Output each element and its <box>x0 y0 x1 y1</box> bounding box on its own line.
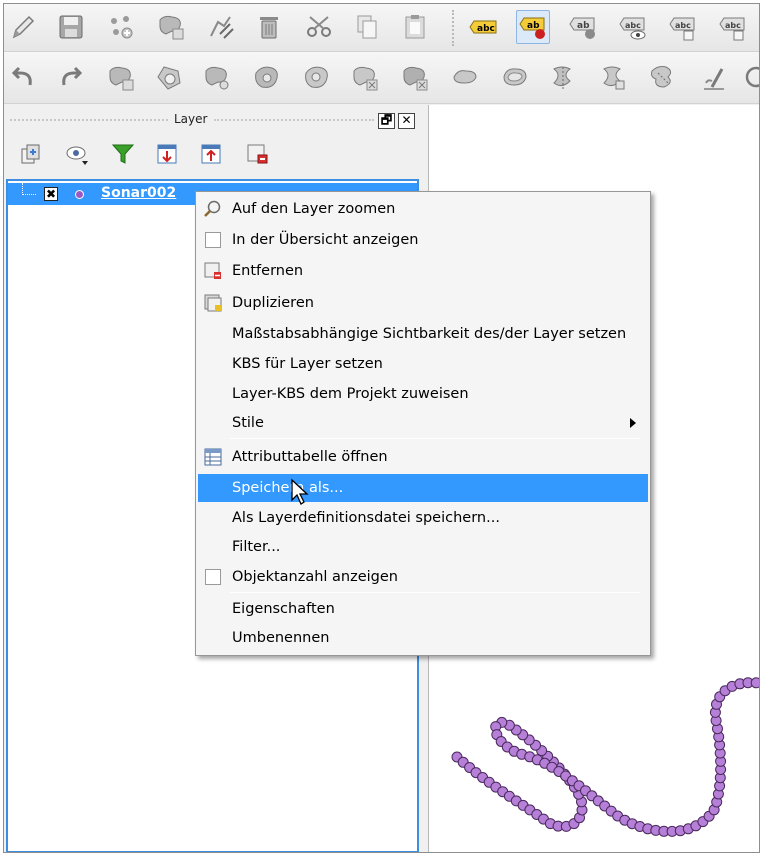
layer-symbol-icon <box>75 190 84 199</box>
menu-item-remove[interactable]: Entfernen <box>198 257 648 285</box>
app-window: abc ab ab abc abc abc Layer 🗗 ✕ ✖ Sonar0… <box>3 3 760 853</box>
add-ring-icon[interactable] <box>152 61 186 95</box>
menu-label: Objektanzahl anzeigen <box>232 569 398 585</box>
toolbar-separator <box>452 10 456 46</box>
merge-attributes-icon[interactable] <box>646 61 680 95</box>
fill-ring-icon[interactable] <box>250 61 284 95</box>
zoom-icon[interactable] <box>740 61 759 95</box>
menu-label: Eigenschaften <box>232 601 335 617</box>
hide-label-icon[interactable]: abc <box>616 10 650 44</box>
menu-item-scale-visibility[interactable]: Maßstabsabhängige Sichtbarkeit des/der L… <box>198 320 648 348</box>
menu-item-show-in-overview[interactable]: In der Übersicht anzeigen <box>198 226 648 254</box>
layer-visibility-checkbox[interactable]: ✖ <box>44 187 58 201</box>
checkbox-icon[interactable] <box>205 569 221 585</box>
menu-label: Umbenennen <box>232 630 330 646</box>
menu-item-styles[interactable]: Stile <box>198 409 648 437</box>
digitizing-toolbar: abc ab ab abc abc abc <box>4 4 759 52</box>
menu-separator <box>230 592 640 593</box>
menu-label: Maßstabsabhängige Sichtbarkeit des/der L… <box>232 326 627 342</box>
attribute-table-icon <box>204 448 222 466</box>
menu-label: Duplizieren <box>232 295 314 311</box>
menu-item-save-as[interactable]: Speichern als... <box>198 474 648 502</box>
advanced-digitizing-toolbar <box>4 52 759 104</box>
submenu-arrow-icon <box>630 418 636 428</box>
pin-label-icon[interactable]: ab <box>516 10 550 44</box>
split-features-icon[interactable] <box>498 61 532 95</box>
float-panel-button[interactable]: 🗗 <box>378 113 395 129</box>
pencil-icon[interactable] <box>6 10 40 44</box>
remove-layer-icon <box>204 262 221 279</box>
remove-layer-icon[interactable] <box>242 139 272 169</box>
rotate-symbol-icon[interactable] <box>696 61 730 95</box>
menu-label: KBS für Layer setzen <box>232 356 383 372</box>
svg-text:abc: abc <box>675 21 691 30</box>
menu-label: Entfernen <box>232 263 304 279</box>
collapse-all-icon[interactable] <box>196 139 226 169</box>
menu-label: In der Übersicht anzeigen <box>232 232 419 248</box>
menu-label: Speichern als... <box>232 480 344 496</box>
layer-name[interactable]: Sonar002 <box>101 185 176 201</box>
checkbox-icon[interactable] <box>205 232 221 248</box>
visibility-icon[interactable] <box>62 139 92 169</box>
zoom-layer-icon <box>204 200 221 217</box>
svg-text:abc: abc <box>625 21 641 30</box>
menu-item-show-feature-count[interactable]: Objektanzahl anzeigen <box>198 563 648 591</box>
layer-panel-toolbar <box>4 135 422 175</box>
track-point <box>750 677 759 689</box>
move-label-icon[interactable]: abc <box>666 10 700 44</box>
delete-part-icon[interactable] <box>348 61 382 95</box>
split-parts-icon[interactable] <box>546 61 580 95</box>
menu-item-zoom-to-layer[interactable]: Auf den Layer zoomen <box>198 195 648 223</box>
cut-icon[interactable] <box>302 10 336 44</box>
undo-icon[interactable] <box>6 61 40 95</box>
copy-icon[interactable] <box>350 10 384 44</box>
menu-label: Attributtabelle öffnen <box>232 449 388 465</box>
menu-item-properties[interactable]: Eigenschaften <box>198 595 648 623</box>
menu-separator <box>230 438 640 439</box>
rotate-label-icon[interactable]: abc <box>716 10 750 44</box>
add-group-icon[interactable] <box>16 139 46 169</box>
offset-curve-icon[interactable] <box>448 61 482 95</box>
menu-item-set-layer-crs[interactable]: KBS für Layer setzen <box>198 350 648 378</box>
expand-all-icon[interactable] <box>152 139 182 169</box>
add-feature-icon[interactable] <box>104 10 138 44</box>
node-tool-icon[interactable] <box>204 10 238 44</box>
duplicate-layer-icon <box>204 294 222 312</box>
menu-item-save-layer-definition[interactable]: Als Layerdefinitionsdatei speichern... <box>198 504 648 532</box>
delete-ring-icon[interactable] <box>300 61 334 95</box>
mouse-pointer-icon <box>291 478 309 505</box>
svg-text:abc: abc <box>477 24 495 34</box>
menu-item-open-attribute-table[interactable]: Attributtabelle öffnen <box>198 443 648 471</box>
add-part-icon[interactable] <box>200 61 234 95</box>
panel-title-bar[interactable]: Layer 🗗 ✕ <box>4 111 422 129</box>
save-edits-icon[interactable] <box>54 10 88 44</box>
menu-item-filter[interactable]: Filter... <box>198 533 648 561</box>
delete-icon[interactable] <box>252 10 286 44</box>
tree-branch-line <box>22 183 36 195</box>
menu-label: Filter... <box>232 539 281 555</box>
show-label-icon[interactable]: ab <box>566 10 600 44</box>
title-grip-right <box>214 119 374 123</box>
label-icon[interactable]: abc <box>466 10 500 44</box>
close-panel-button[interactable]: ✕ <box>398 113 415 129</box>
title-grip-left <box>10 119 168 123</box>
menu-label: Auf den Layer zoomen <box>232 201 396 217</box>
layer-context-menu: Auf den Layer zoomen In der Übersicht an… <box>195 191 651 656</box>
reshape-icon[interactable] <box>398 61 432 95</box>
merge-selected-icon[interactable] <box>596 61 630 95</box>
move-feature-icon[interactable] <box>154 10 188 44</box>
simplify-icon[interactable] <box>104 61 138 95</box>
menu-item-duplicate[interactable]: Duplizieren <box>198 289 648 317</box>
menu-label: Layer-KBS dem Projekt zuweisen <box>232 386 469 402</box>
panel-title: Layer <box>174 112 208 126</box>
redo-icon[interactable] <box>54 61 88 95</box>
menu-item-rename[interactable]: Umbenennen <box>198 624 648 652</box>
paste-icon[interactable] <box>398 10 432 44</box>
menu-label: Als Layerdefinitionsdatei speichern... <box>232 510 500 526</box>
menu-label: Stile <box>232 415 264 431</box>
menu-item-set-project-crs[interactable]: Layer-KBS dem Projekt zuweisen <box>198 380 648 408</box>
svg-text:abc: abc <box>725 21 741 30</box>
filter-icon[interactable] <box>108 139 138 169</box>
